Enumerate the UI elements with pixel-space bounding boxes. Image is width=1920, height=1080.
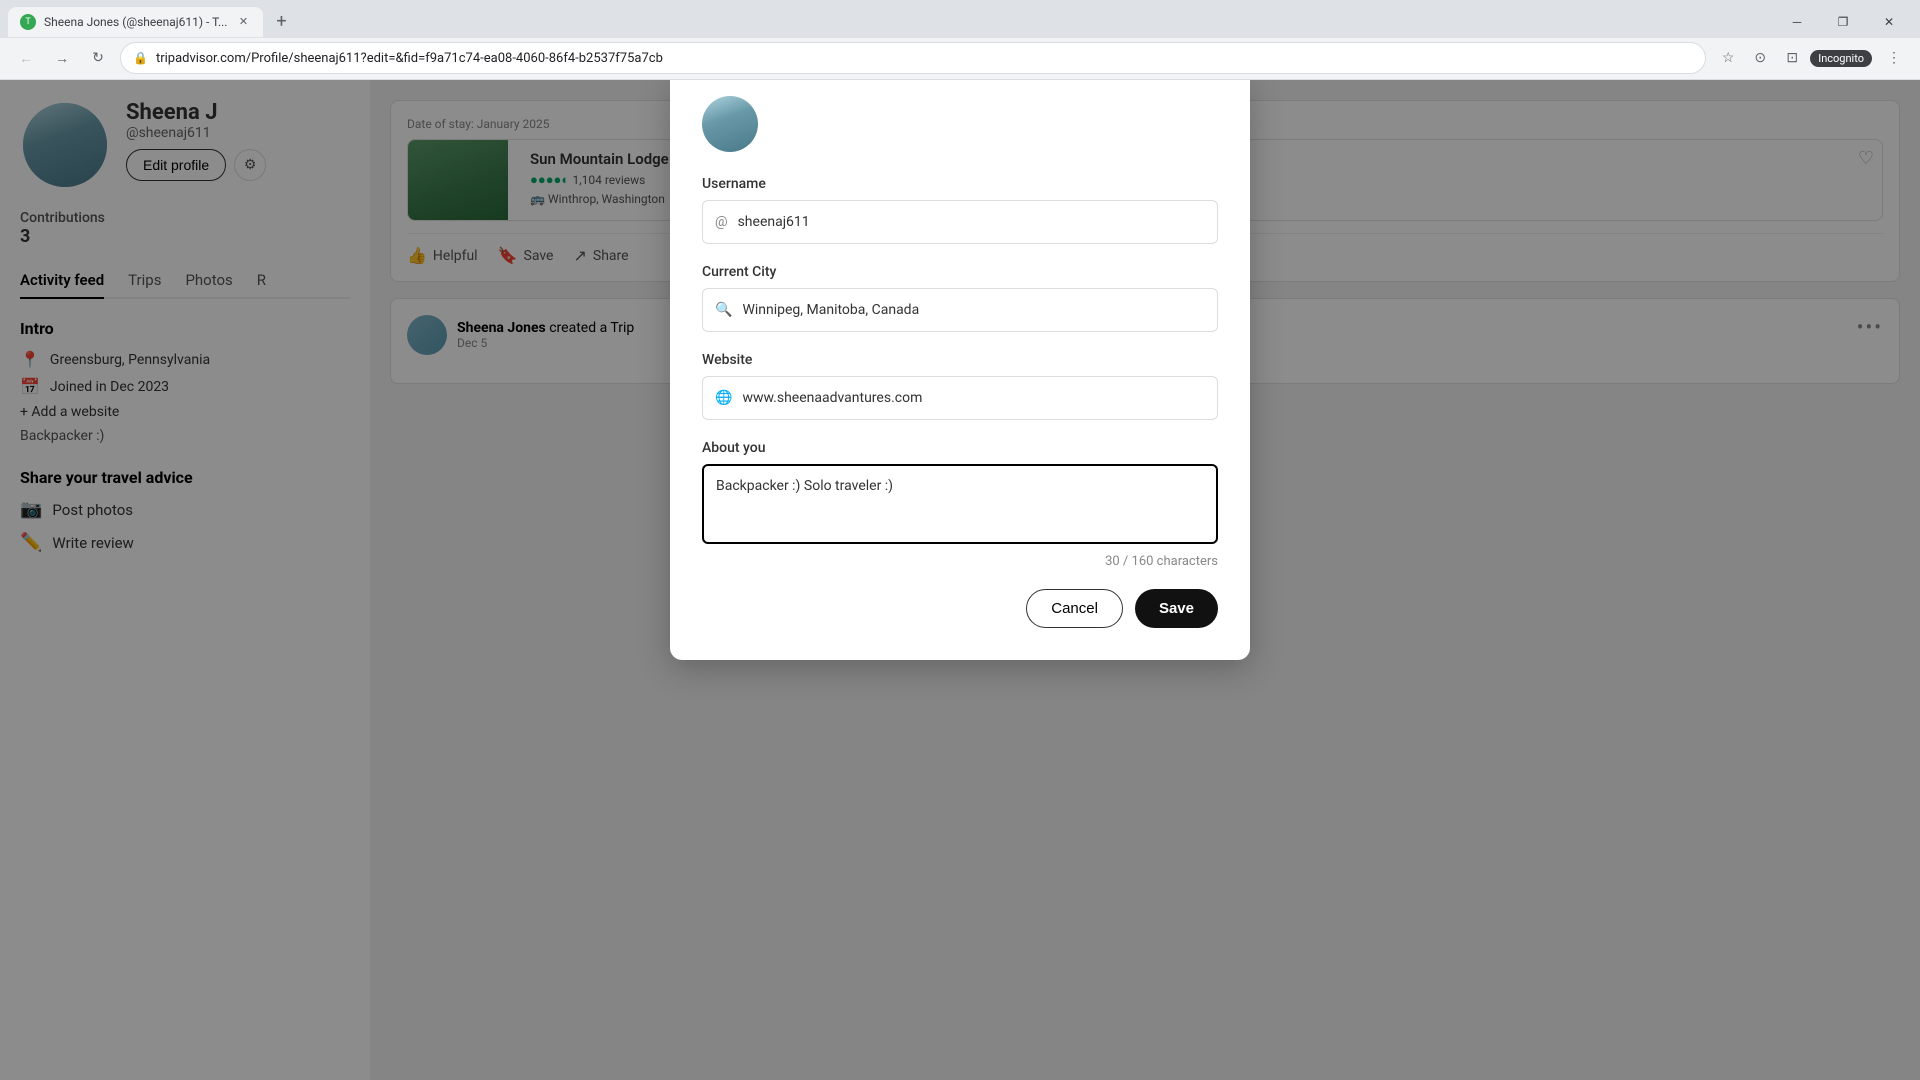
about-you-label: About you [702,440,1218,456]
browser-chrome: T Sheena Jones (@sheenaj611) - T... ✕ + … [0,0,1920,80]
tab-close-button[interactable]: ✕ [235,14,251,30]
edit-profile-modal: Username @ sheenaj611 Current City 🔍 Win… [670,80,1250,660]
website-label: Website [702,352,1218,368]
address-bar[interactable]: 🔒 tripadvisor.com/Profile/sheenaj611?edi… [120,42,1706,74]
about-you-section: About you Backpacker :) Solo traveler :)… [702,440,1218,569]
cancel-button[interactable]: Cancel [1026,589,1123,628]
username-input[interactable]: @ sheenaj611 [702,200,1218,244]
at-icon: @ [715,214,728,230]
current-city-value: Winnipeg, Manitoba, Canada [742,302,919,318]
tab-bar: T Sheena Jones (@sheenaj611) - T... ✕ + … [0,0,1920,38]
menu-button[interactable]: ⋮ [1880,44,1908,72]
cast-button[interactable]: ⊡ [1778,44,1806,72]
modal-scroll-area: Username @ sheenaj611 Current City 🔍 Win… [670,176,1250,569]
address-bar-row: ← → ↻ 🔒 tripadvisor.com/Profile/sheenaj6… [0,38,1920,79]
lock-icon: 🔒 [133,51,148,65]
address-bar-actions: ☆ ⊙ ⊡ Incognito ⋮ [1714,44,1908,72]
modal-avatar [702,96,758,152]
address-text: tripadvisor.com/Profile/sheenaj611?edit=… [156,51,1693,66]
current-city-input[interactable]: 🔍 Winnipeg, Manitoba, Canada [702,288,1218,332]
profile-picture-button[interactable]: ⊙ [1746,44,1774,72]
page-background: Sheena J @sheenaj611 Edit profile ⚙ Cont… [0,80,1920,1080]
current-city-section: Current City 🔍 Winnipeg, Manitoba, Canad… [702,264,1218,332]
website-input[interactable]: 🌐 www.sheenaadvantures.com [702,376,1218,420]
bookmark-button[interactable]: ☆ [1714,44,1742,72]
close-window-button[interactable]: ✕ [1866,7,1912,37]
active-tab[interactable]: T Sheena Jones (@sheenaj611) - T... ✕ [8,7,263,37]
website-section: Website 🌐 www.sheenaadvantures.com [702,352,1218,420]
website-value: www.sheenaadvantures.com [742,390,922,406]
globe-icon: 🌐 [715,390,732,406]
about-you-textarea[interactable]: Backpacker :) Solo traveler :) [702,464,1218,544]
username-section: Username @ sheenaj611 [702,176,1218,244]
search-icon: 🔍 [715,302,732,318]
incognito-badge: Incognito [1810,50,1872,67]
new-tab-button[interactable]: + [267,8,295,36]
forward-button[interactable]: → [48,44,76,72]
username-value: sheenaj611 [738,214,810,230]
char-count: 30 / 160 characters [702,554,1218,569]
modal-actions: Cancel Save [670,589,1250,628]
minimize-button[interactable]: ─ [1774,7,1820,37]
refresh-button[interactable]: ↻ [84,44,112,72]
tab-title: Sheena Jones (@sheenaj611) - T... [44,15,227,29]
restore-button[interactable]: ❐ [1820,7,1866,37]
current-city-label: Current City [702,264,1218,280]
back-button[interactable]: ← [12,44,40,72]
modal-profile-strip [670,80,1250,168]
tab-favicon: T [20,14,36,30]
save-button[interactable]: Save [1135,589,1218,628]
window-controls: ─ ❐ ✕ [1774,7,1912,37]
username-label: Username [702,176,1218,192]
